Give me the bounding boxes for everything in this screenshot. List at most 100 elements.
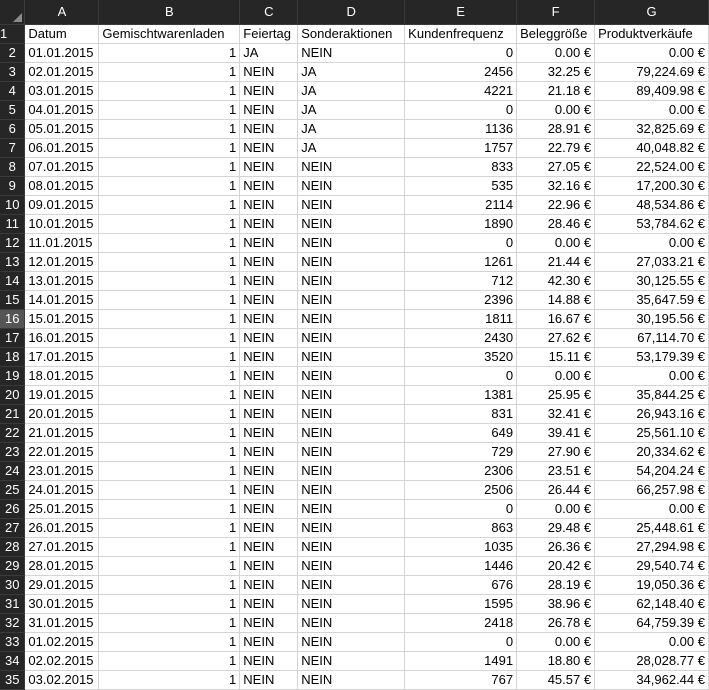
cell-kundenfrequenz[interactable]: 1890 [404,214,518,234]
cell-produktverkaeufe[interactable]: 32,825.69 € [594,119,709,139]
row-header[interactable]: 31 [0,594,26,614]
column-header-e[interactable]: E [404,0,518,25]
cell-sonderaktionen[interactable]: NEIN [297,252,406,272]
row-header[interactable]: 21 [0,404,26,424]
cell-beleggroesse[interactable]: 32.25 € [516,62,596,82]
cell-sonderaktionen[interactable]: NEIN [297,176,406,196]
cell-produktverkaeufe[interactable]: 35,647.59 € [594,290,709,310]
cell-produktverkaeufe[interactable]: 53,179.39 € [594,347,709,367]
cell-kundenfrequenz[interactable]: 1757 [404,138,518,158]
cell-produktverkaeufe[interactable]: 29,540.74 € [594,556,709,576]
cell-gemischtwarenladen[interactable]: 1 [98,613,241,633]
cell-beleggroesse[interactable]: 21.18 € [516,81,596,101]
row-header[interactable]: 25 [0,480,26,500]
cell-datum[interactable]: 30.01.2015 [24,594,100,614]
cell-sonderaktionen[interactable]: NEIN [297,309,406,329]
cell-datum[interactable]: 19.01.2015 [24,385,100,405]
cell-gemischtwarenladen[interactable]: 1 [98,138,241,158]
cell-feiertag[interactable]: NEIN [239,632,299,652]
cell-produktverkaeufe[interactable]: 28,028.77 € [594,651,709,671]
cell-gemischtwarenladen[interactable]: 1 [98,423,241,443]
cell-produktverkaeufe[interactable]: 79,224.69 € [594,62,709,82]
cell-datum[interactable]: 26.01.2015 [24,518,100,538]
cell-datum[interactable]: 09.01.2015 [24,195,100,215]
cell-produktverkaeufe[interactable]: 25,561.10 € [594,423,709,443]
cell-produktverkaeufe[interactable]: 0.00 € [594,233,709,253]
cell-feiertag[interactable]: NEIN [239,62,299,82]
cell-beleggroesse[interactable]: 18.80 € [516,651,596,671]
cell-kundenfrequenz[interactable]: 0 [404,100,518,120]
cell-feiertag[interactable]: NEIN [239,556,299,576]
cell-sonderaktionen[interactable]: NEIN [297,499,406,519]
cell-sonderaktionen[interactable]: NEIN [297,423,406,443]
cell-kundenfrequenz[interactable]: 0 [404,366,518,386]
cell-kundenfrequenz[interactable]: 1136 [404,119,518,139]
row-header[interactable]: 18 [0,347,26,367]
cell-sonderaktionen[interactable]: NEIN [297,366,406,386]
cell-datum[interactable]: 20.01.2015 [24,404,100,424]
row-header[interactable]: 3 [0,62,26,82]
cell-sonderaktionen[interactable]: NEIN [297,214,406,234]
cell-kundenfrequenz[interactable]: 535 [404,176,518,196]
cell-produktverkaeufe[interactable]: 66,257.98 € [594,480,709,500]
row-header[interactable]: 2 [0,43,26,63]
row-header[interactable]: 5 [0,100,26,120]
cell-datum[interactable]: 21.01.2015 [24,423,100,443]
cell-feiertag[interactable]: NEIN [239,461,299,481]
cell-feiertag[interactable]: NEIN [239,366,299,386]
row-header[interactable]: 30 [0,575,26,595]
cell-kundenfrequenz[interactable]: 649 [404,423,518,443]
cell-produktverkaeufe[interactable]: 54,204.24 € [594,461,709,481]
cell-produktverkaeufe[interactable]: 53,784.62 € [594,214,709,234]
cell-sonderaktionen[interactable]: NEIN [297,404,406,424]
cell-sonderaktionen[interactable]: NEIN [297,233,406,253]
cell-kundenfrequenz[interactable]: 3520 [404,347,518,367]
cell-feiertag[interactable]: NEIN [239,575,299,595]
cell-gemischtwarenladen[interactable]: 1 [98,81,241,101]
row-header[interactable]: 13 [0,252,26,272]
row-header[interactable]: 4 [0,81,26,101]
cell-beleggroesse[interactable]: 38.96 € [516,594,596,614]
cell-produktverkaeufe[interactable]: 17,200.30 € [594,176,709,196]
cell-datum[interactable]: 16.01.2015 [24,328,100,348]
cell-header-produktverkaeufe[interactable]: Produktverkäufe [594,24,709,44]
row-header[interactable]: 20 [0,385,26,405]
cell-gemischtwarenladen[interactable]: 1 [98,290,241,310]
cell-sonderaktionen[interactable]: NEIN [297,43,406,63]
cell-kundenfrequenz[interactable]: 863 [404,518,518,538]
cell-gemischtwarenladen[interactable]: 1 [98,575,241,595]
cell-produktverkaeufe[interactable]: 40,048.82 € [594,138,709,158]
cell-gemischtwarenladen[interactable]: 1 [98,594,241,614]
cell-beleggroesse[interactable]: 25.95 € [516,385,596,405]
cell-kundenfrequenz[interactable]: 2430 [404,328,518,348]
cell-datum[interactable]: 06.01.2015 [24,138,100,158]
cell-beleggroesse[interactable]: 0.00 € [516,100,596,120]
cell-sonderaktionen[interactable]: NEIN [297,328,406,348]
cell-feiertag[interactable]: NEIN [239,423,299,443]
cell-sonderaktionen[interactable]: NEIN [297,442,406,462]
cell-gemischtwarenladen[interactable]: 1 [98,119,241,139]
cell-kundenfrequenz[interactable]: 1811 [404,309,518,329]
cell-beleggroesse[interactable]: 45.57 € [516,670,596,690]
row-header[interactable]: 27 [0,518,26,538]
row-header[interactable]: 28 [0,537,26,557]
cell-beleggroesse[interactable]: 27.90 € [516,442,596,462]
cell-datum[interactable]: 28.01.2015 [24,556,100,576]
row-header[interactable]: 1 [0,24,26,44]
cell-feiertag[interactable]: NEIN [239,613,299,633]
cell-beleggroesse[interactable]: 39.41 € [516,423,596,443]
cell-beleggroesse[interactable]: 26.78 € [516,613,596,633]
cell-produktverkaeufe[interactable]: 0.00 € [594,100,709,120]
cell-sonderaktionen[interactable]: NEIN [297,480,406,500]
cell-kundenfrequenz[interactable]: 2418 [404,613,518,633]
column-header-a[interactable]: A [24,0,100,25]
cell-header-kundenfrequenz[interactable]: Kundenfrequenz [404,24,518,44]
cell-datum[interactable]: 17.01.2015 [24,347,100,367]
cell-beleggroesse[interactable]: 32.41 € [516,404,596,424]
cell-kundenfrequenz[interactable]: 0 [404,632,518,652]
cell-feiertag[interactable]: JA [239,43,299,63]
row-header[interactable]: 10 [0,195,26,215]
cell-datum[interactable]: 31.01.2015 [24,613,100,633]
cell-kundenfrequenz[interactable]: 729 [404,442,518,462]
cell-datum[interactable]: 01.01.2015 [24,43,100,63]
